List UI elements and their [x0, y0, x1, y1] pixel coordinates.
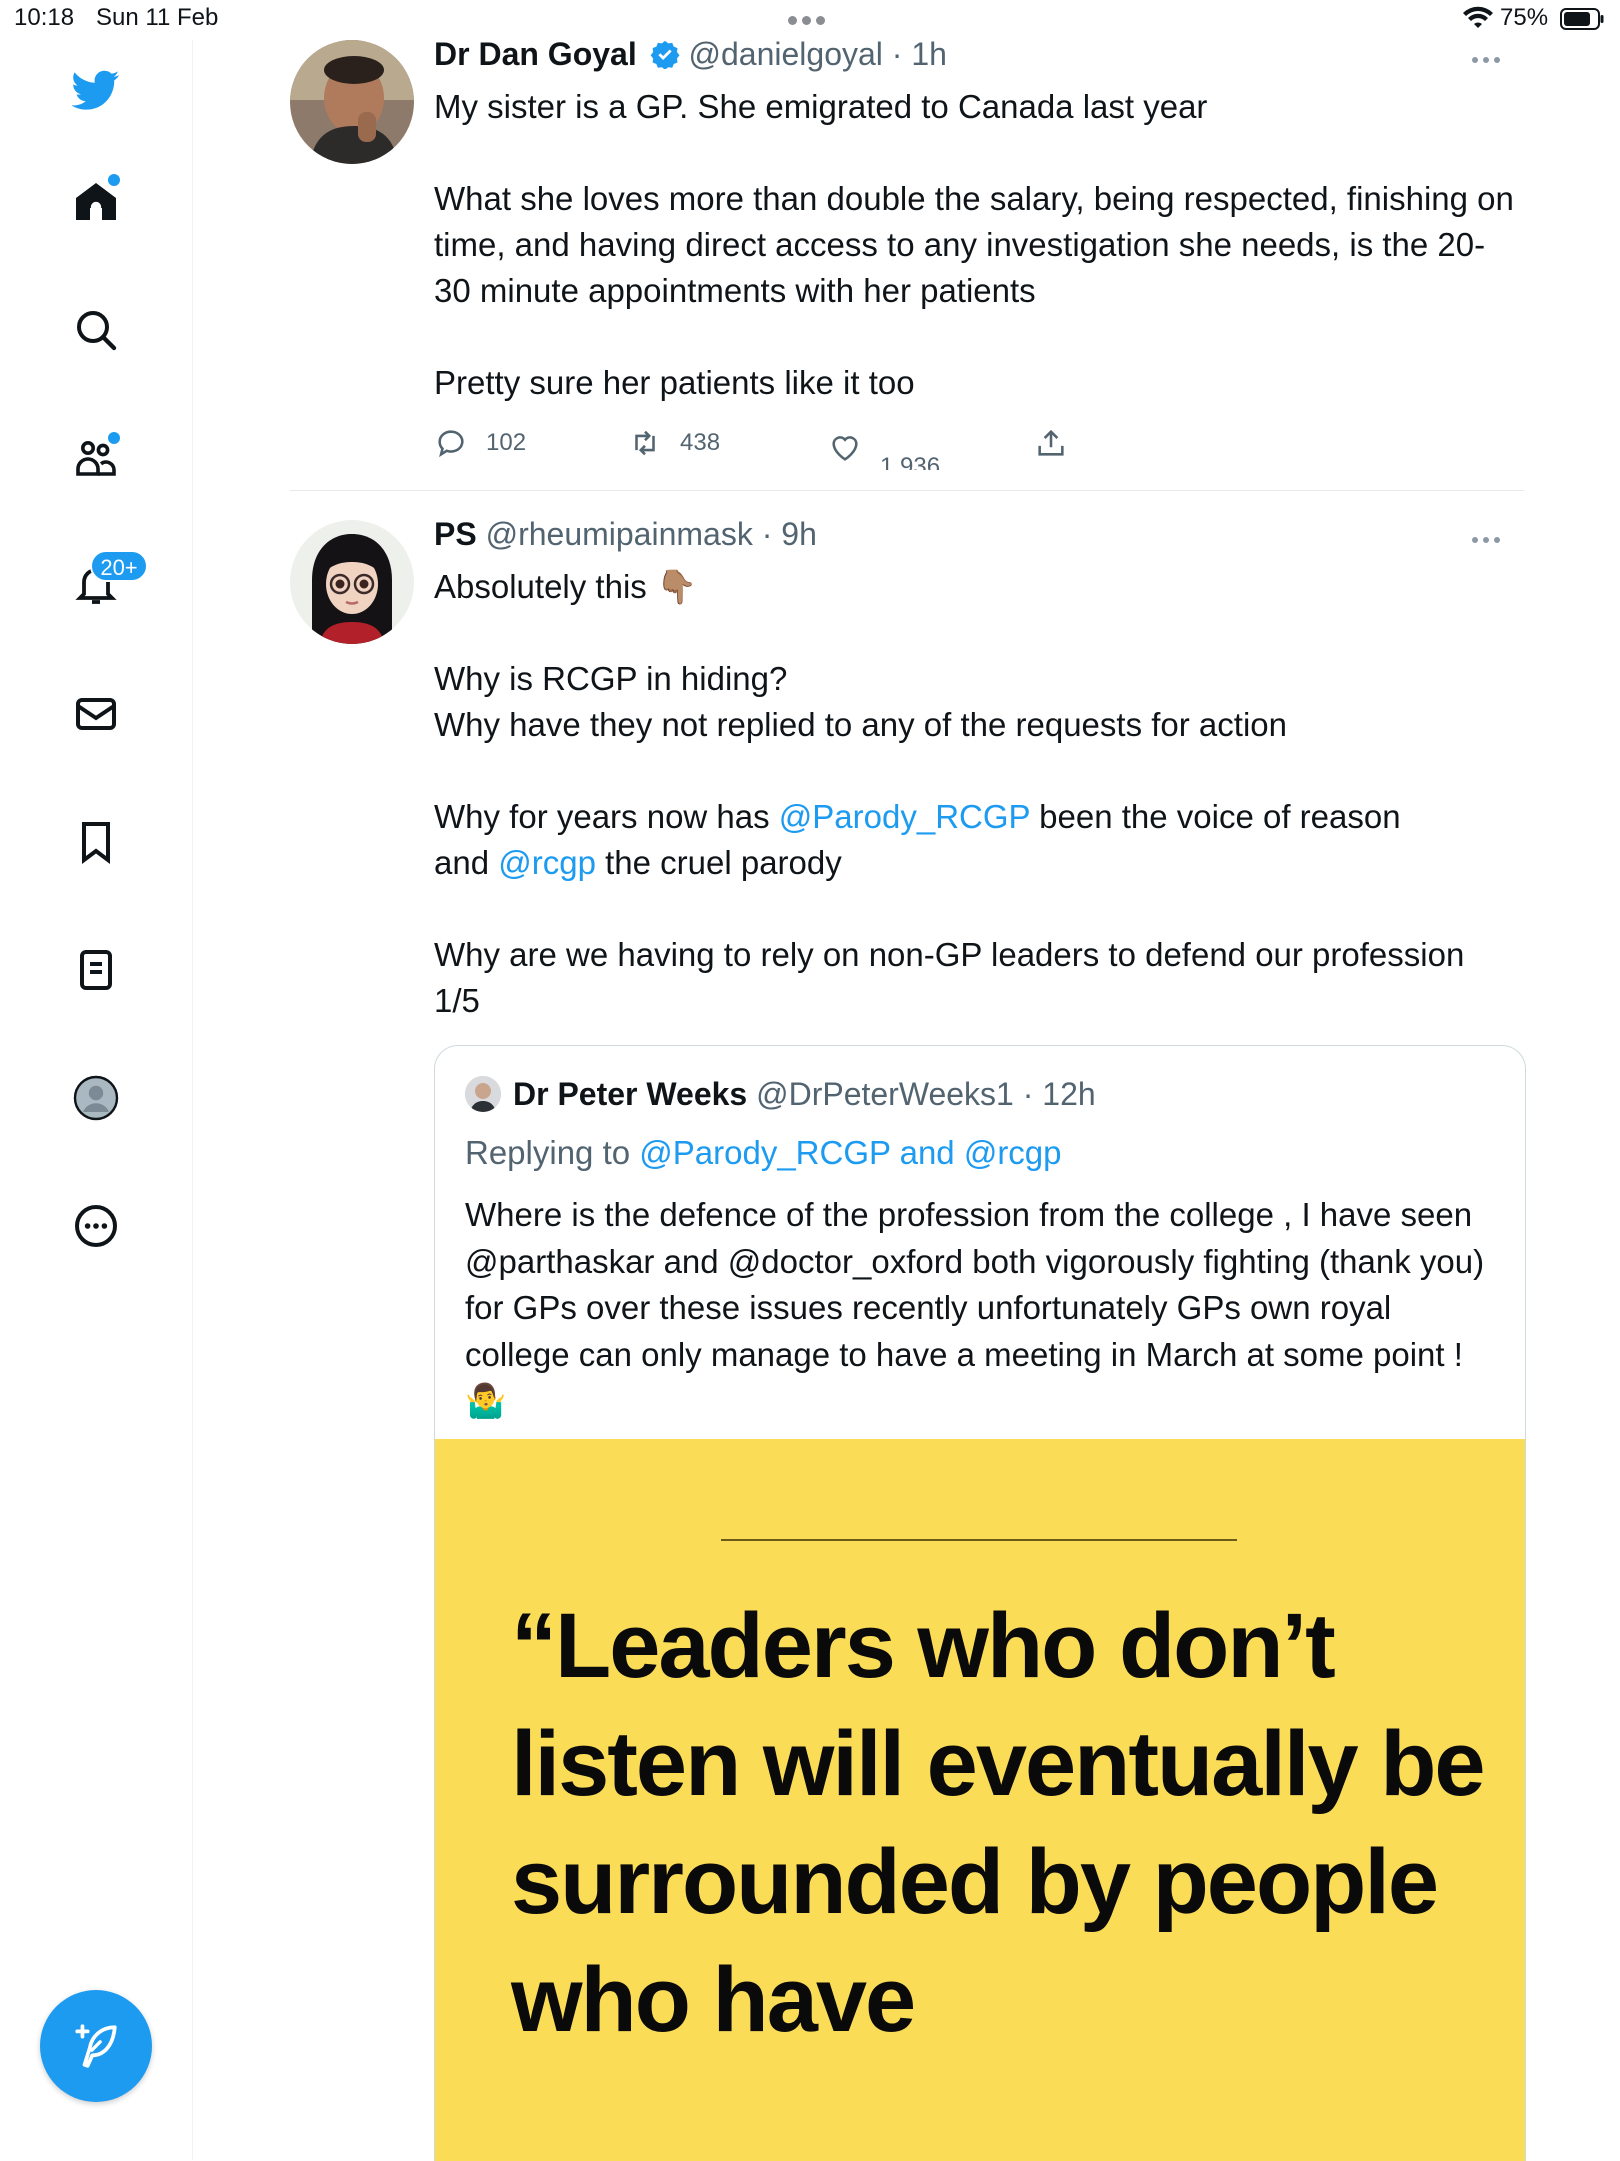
tweet-time[interactable]: · 1h: [892, 36, 947, 72]
tweet-time[interactable]: · 9h: [762, 516, 817, 552]
reply-icon: [438, 430, 464, 458]
reply-count: 102: [486, 429, 527, 456]
tweet-text-span: Why for years now has: [434, 798, 779, 835]
reply-button[interactable]: 102: [434, 426, 526, 460]
heart-icon: [832, 436, 858, 461]
quoted-user-avatar[interactable]: [465, 1076, 501, 1112]
tweet-text-span: and: [434, 844, 499, 881]
quoted-author-name[interactable]: Dr Peter Weeks: [513, 1076, 747, 1112]
image-divider-line: [721, 1539, 1237, 1541]
notifications-count-badge: 20+: [90, 550, 148, 582]
retweet-icon: [635, 430, 655, 456]
tweet-paragraph: Why have they not replied to any of the …: [434, 706, 1287, 743]
status-bar: 10:18 Sun 11 Feb 75%: [0, 0, 1620, 40]
image-quote-text: “Leaders who don’t listen will eventuall…: [511, 1595, 1486, 2051]
share-icon: [1038, 429, 1064, 456]
share-button[interactable]: [1034, 426, 1086, 460]
lists-icon[interactable]: [66, 940, 126, 1000]
quoted-tweet-time[interactable]: · 12h: [1023, 1076, 1096, 1112]
communities-icon[interactable]: [66, 428, 126, 488]
like-button[interactable]: 1,936: [828, 426, 940, 470]
status-time: 10:18: [14, 4, 75, 31]
tweet-more-options-icon[interactable]: [1472, 530, 1512, 544]
home-icon[interactable]: [66, 172, 126, 232]
tweet-paragraph: What she loves more than double the sala…: [434, 180, 1514, 309]
tweet-text: Absolutely this 👇🏽 Why is RCGP in hiding…: [434, 564, 1514, 1024]
verified-badge-icon: [650, 40, 680, 70]
feather-plus-icon: [75, 2024, 117, 2068]
replying-to-label: Replying to: [465, 1134, 640, 1171]
tweet-paragraph: Pretty sure her patients like it too: [434, 364, 915, 401]
author-name[interactable]: Dr Dan Goyal: [434, 36, 637, 72]
retweet-button[interactable]: 438: [628, 426, 720, 460]
tweet-actions: 102 438 1,936: [434, 426, 1154, 470]
tweet-header: Dr Dan Goyal @danielgoyal · 1h: [434, 36, 947, 73]
multitasking-dots-icon[interactable]: [788, 12, 834, 25]
search-icon[interactable]: [66, 300, 126, 360]
user-avatar[interactable]: [290, 40, 414, 164]
tweet-text: My sister is a GP. She emigrated to Cana…: [434, 84, 1514, 406]
author-handle[interactable]: @rheumipainmask: [486, 516, 753, 552]
wifi-icon: [1463, 6, 1493, 28]
quoted-tweet-text: Where is the defence of the profession f…: [465, 1196, 1485, 1419]
replying-to-mentions[interactable]: @Parody_RCGP and @rcgp: [639, 1134, 1061, 1171]
tweet-paragraph: Why are we having to rely on non-GP lead…: [434, 936, 1465, 973]
tweet-text-span: the cruel parody: [595, 844, 842, 881]
tweet-header: PS @rheumipainmask · 9h: [434, 516, 817, 553]
quoted-tweet-card[interactable]: Dr Peter Weeks @DrPeterWeeks1 · 12h Repl…: [434, 1045, 1526, 2161]
quoted-author-handle[interactable]: @DrPeterWeeks1: [756, 1076, 1014, 1112]
author-handle[interactable]: @danielgoyal: [689, 36, 883, 72]
messages-envelope-icon[interactable]: [66, 684, 126, 744]
twitter-logo-icon[interactable]: [66, 60, 126, 120]
tweet[interactable]: Dr Dan Goyal @danielgoyal · 1h My sister…: [290, 36, 1520, 470]
compose-tweet-button[interactable]: [40, 1990, 152, 2102]
bookmarks-icon[interactable]: [66, 812, 126, 872]
tweet-paragraph: Why is RCGP in hiding?: [434, 660, 788, 697]
battery-percent: 75%: [1500, 4, 1549, 31]
tweet-text-span: been the voice of reason: [1029, 798, 1401, 835]
home-unread-dot: [106, 172, 122, 188]
quoted-tweet-image[interactable]: “Leaders who don’t listen will eventuall…: [435, 1439, 1525, 2161]
more-options-circle-icon[interactable]: [66, 1196, 126, 1256]
retweet-count: 438: [680, 429, 721, 456]
mention-link[interactable]: @rcgp: [498, 844, 596, 881]
user-avatar[interactable]: [290, 520, 414, 644]
author-name[interactable]: PS: [434, 516, 477, 552]
profile-avatar-icon[interactable]: [66, 1068, 126, 1128]
tweet-divider: [290, 490, 1524, 491]
tweet-paragraph: Absolutely this 👇🏽: [434, 568, 698, 605]
battery-icon: [1560, 8, 1604, 30]
tweet-paragraph: 1/5: [434, 982, 480, 1019]
sidebar-nav: 20+: [0, 40, 193, 2160]
tweet-paragraph: My sister is a GP. She emigrated to Cana…: [434, 88, 1208, 125]
notifications-bell-icon[interactable]: 20+: [66, 550, 148, 614]
status-date: Sun 11 Feb: [96, 4, 219, 31]
communities-unread-dot: [106, 430, 122, 446]
quoted-tweet-header: Dr Peter Weeks @DrPeterWeeks1 · 12h: [513, 1076, 1096, 1113]
mention-link[interactable]: @Parody_RCGP: [779, 798, 1030, 835]
like-count: 1,936: [880, 453, 941, 470]
tweet-paragraph: Why for years now has @Parody_RCGP been …: [434, 794, 1514, 886]
tweet-more-options-icon[interactable]: [1472, 50, 1512, 64]
replying-to-line: Replying to @Parody_RCGP and @rcgp: [465, 1134, 1062, 1172]
